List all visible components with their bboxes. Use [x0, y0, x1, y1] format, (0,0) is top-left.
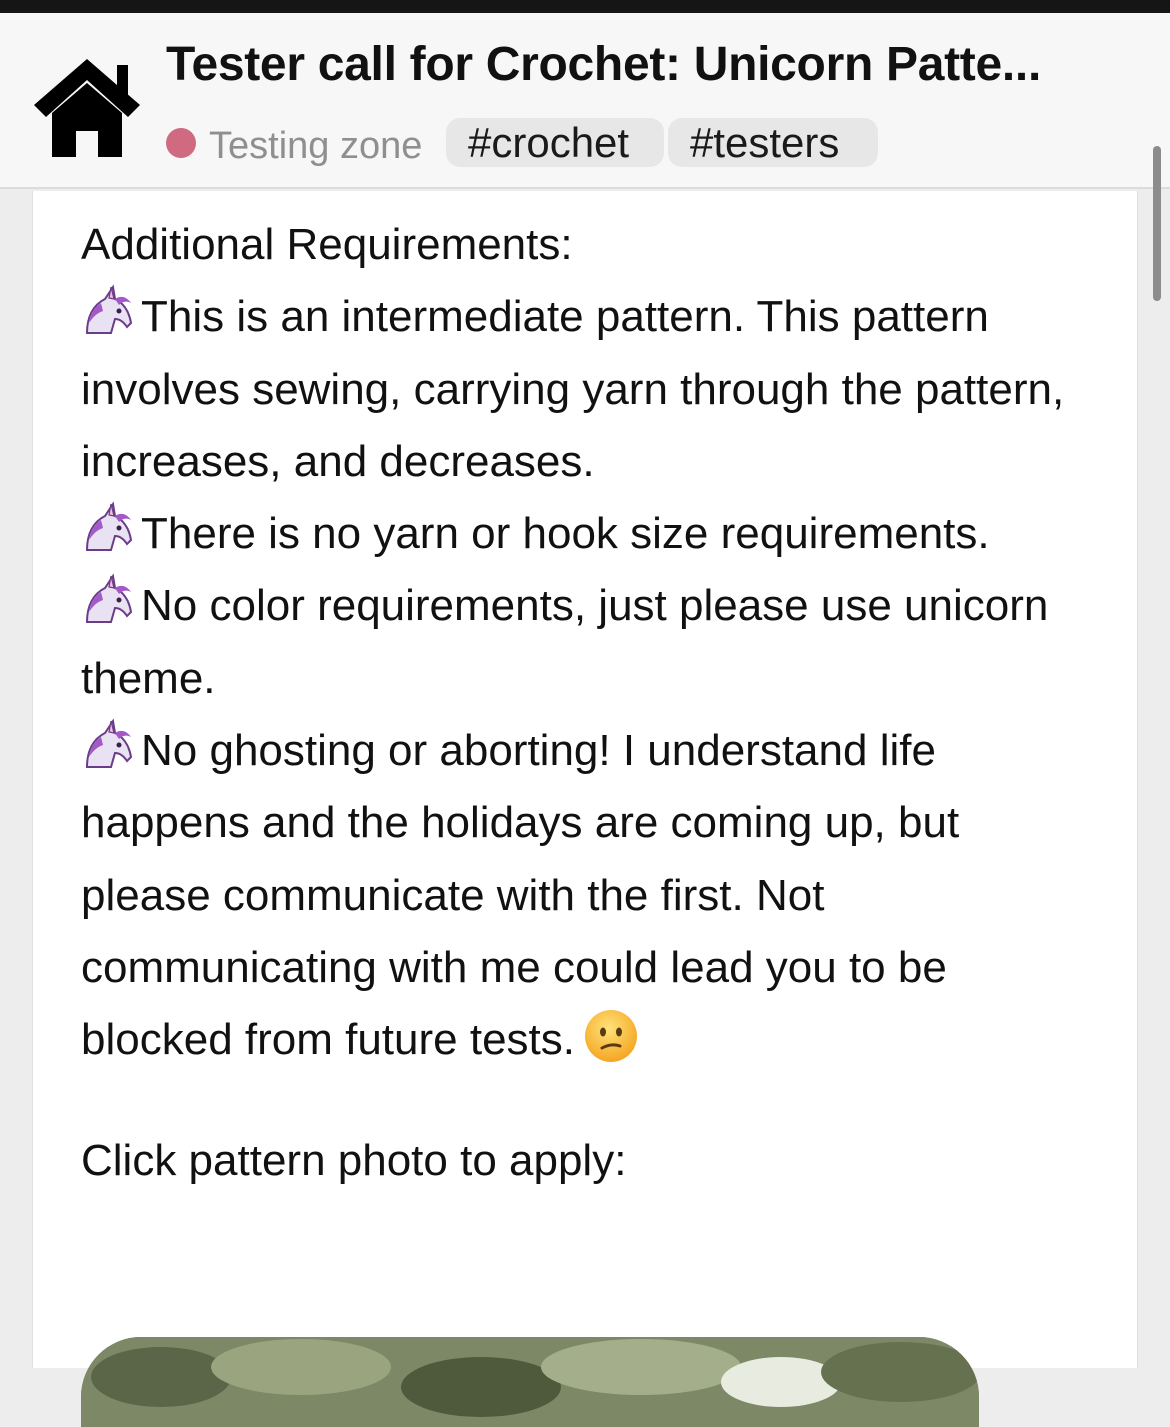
home-icon[interactable] — [30, 53, 145, 159]
apply-instruction: Click pattern photo to apply: — [81, 1135, 627, 1185]
confused-face-icon — [583, 1008, 639, 1064]
list-item: No ghosting or aborting! I understand li… — [81, 715, 1081, 1076]
unicorn-icon — [81, 283, 137, 339]
list-item: There is no yarn or hook size requiremen… — [81, 498, 1081, 570]
list-item: This is an intermediate pattern. This pa… — [81, 281, 1081, 498]
thread-title[interactable]: Tester call for Crochet: Unicorn Patte..… — [166, 37, 1156, 92]
list-item: No color requirements, just please use u… — [81, 570, 1081, 715]
unicorn-icon — [81, 717, 137, 773]
category-dot-icon — [166, 128, 196, 158]
thread-header: Tester call for Crochet: Unicorn Patte..… — [0, 13, 1170, 189]
unicorn-icon — [81, 572, 137, 628]
requirements-heading: Additional Requirements: — [81, 220, 573, 269]
scrollbar[interactable] — [1153, 146, 1161, 301]
category-link[interactable]: Testing zone — [209, 125, 422, 168]
tag-testers[interactable]: #testers — [668, 118, 878, 167]
status-bar — [0, 0, 1170, 13]
thread-meta: Testing zone #crochet #testers — [166, 116, 1156, 172]
unicorn-icon — [81, 500, 137, 556]
pattern-photo[interactable] — [81, 1337, 979, 1427]
tag-crochet[interactable]: #crochet — [446, 118, 664, 167]
post-card: Additional Requirements: This is an inte… — [32, 191, 1138, 1427]
post-body: Additional Requirements: This is an inte… — [81, 209, 1081, 1197]
